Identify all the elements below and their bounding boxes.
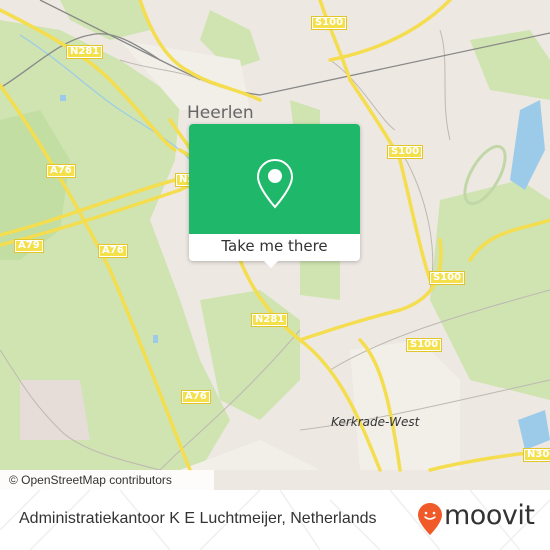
road-shield-n300: N300 [523, 448, 550, 462]
popup-pointer [263, 260, 279, 268]
place-label-heerlen: Heerlen [187, 103, 254, 123]
road-shield-n281: N281 [251, 313, 289, 327]
road-shield-a76: A76 [98, 244, 128, 258]
place-label-kerkrade-west: Kerkrade-West [331, 415, 420, 429]
footer-bar: Administratiekantoor K E Luchtmeijer, Ne… [0, 490, 550, 550]
location-popup: Take me there [189, 124, 360, 261]
road-shield-s100: S100 [429, 271, 466, 285]
take-me-there-button[interactable]: Take me there [189, 234, 360, 261]
map-attribution[interactable]: © OpenStreetMap contributors [0, 470, 214, 490]
road-shield-a76: A76 [46, 164, 76, 178]
road-shield-n281: N281 [66, 45, 104, 59]
moovit-wordmark: moovit [444, 500, 535, 531]
road-shield-s100: S100 [406, 338, 443, 352]
road-shield-a76: A76 [181, 390, 211, 404]
popup-header [189, 124, 360, 234]
road-shield-s100: S100 [311, 16, 348, 30]
location-title: Administratiekantoor K E Luchtmeijer, Ne… [19, 510, 377, 527]
moovit-pin-icon [418, 503, 442, 535]
map-pin-icon [256, 158, 294, 209]
road-shield-s100: S100 [387, 145, 424, 159]
moovit-logo[interactable]: moovit [417, 500, 535, 538]
road-shield-a79: A79 [14, 239, 44, 253]
